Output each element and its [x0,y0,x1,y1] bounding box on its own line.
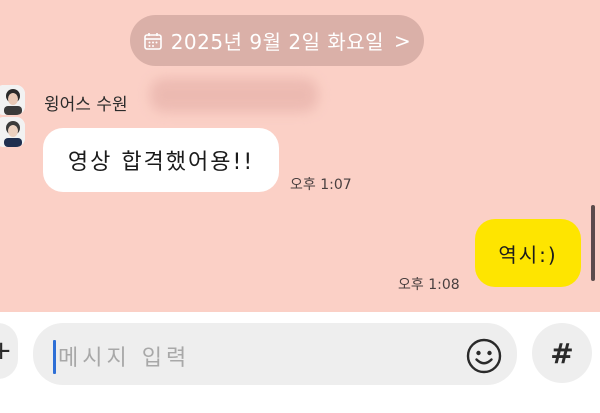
message-input-placeholder: 메시지 입력 [58,346,191,371]
message-text: 영상 합격했어용!! [67,150,255,175]
scrollbar[interactable] [591,205,595,281]
outgoing-message-bubble[interactable]: 역시:) [475,219,581,287]
calendar-icon [143,31,163,51]
avatar[interactable] [0,85,25,115]
message-text: 역시:) [498,242,558,267]
smiley-icon[interactable] [465,337,503,375]
chevron-right-icon: > [394,28,412,53]
message-time: 오후 1:07 [290,177,352,193]
chat-area[interactable]: 2025년 9월 2일 화요일 > 윙어스 수원 영상 합격했어용!! 오후 1… [0,0,600,312]
sender-name: 윙어스 수원 [44,95,128,115]
hashtag-button[interactable]: # [532,323,592,383]
text-cursor [53,340,56,374]
avatar[interactable] [0,117,25,147]
hash-icon: # [550,336,574,370]
blurred-region [150,78,318,112]
date-separator[interactable]: 2025년 9월 2일 화요일 > [130,15,424,66]
message-time: 오후 1:08 [398,277,460,293]
incoming-message-bubble[interactable]: 영상 합격했어용!! [43,128,279,192]
date-label: 2025년 9월 2일 화요일 [170,30,385,54]
